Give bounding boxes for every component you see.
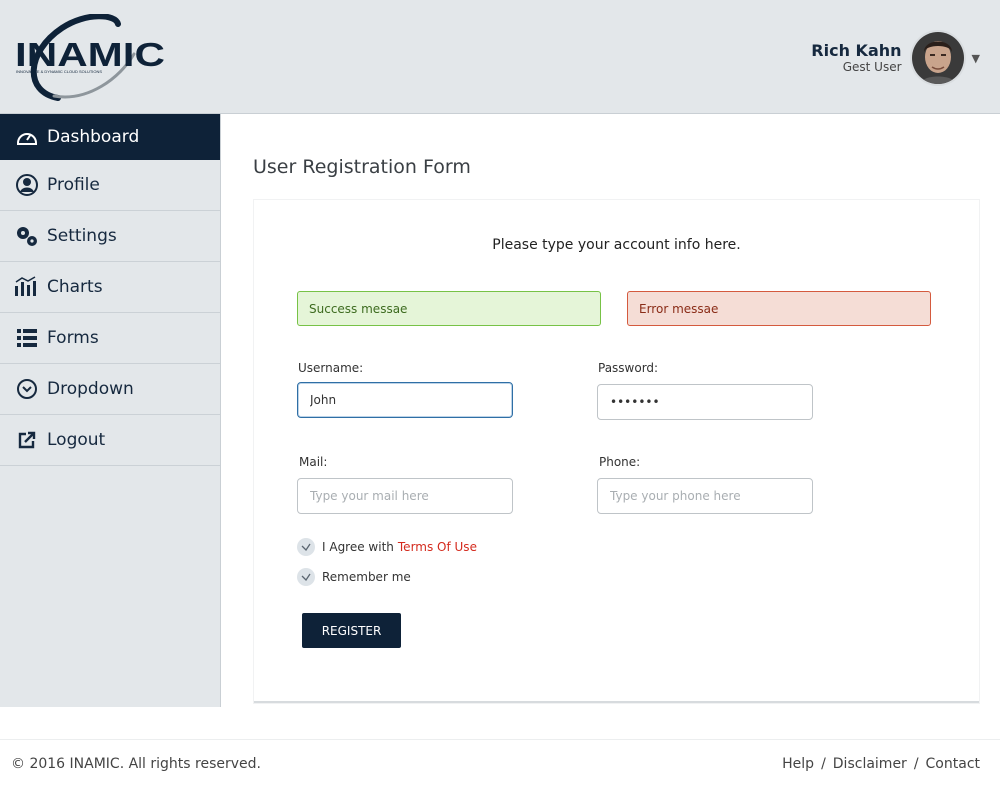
agree-text: I Agree with	[322, 540, 394, 554]
registration-form-card: Please type your account info here. Succ…	[254, 200, 979, 703]
mail-input[interactable]	[297, 478, 513, 514]
sidebar-item-profile[interactable]: Profile	[0, 160, 220, 211]
sidebar-item-dropdown[interactable]: Dropdown	[0, 364, 220, 415]
check-icon	[301, 543, 311, 551]
gears-icon	[14, 223, 40, 249]
sidebar-item-label: Logout	[47, 430, 106, 450]
copyright-text: © 2016 INAMIC. All rights reserved.	[11, 756, 261, 772]
success-alert: Success messae	[297, 291, 601, 326]
inamic-logo[interactable]: INAMIC INNOVATIVE & DYNAMIC CLOUD SOLUTI…	[14, 13, 166, 102]
gauge-icon	[14, 124, 40, 150]
chevron-circle-down-icon	[14, 376, 40, 402]
sidebar-item-forms[interactable]: Forms	[0, 313, 220, 364]
register-button[interactable]: REGISTER	[302, 613, 401, 648]
terms-of-use-link[interactable]: Terms Of Use	[398, 540, 477, 554]
caret-down-icon[interactable]: ▼	[972, 52, 980, 65]
footer: © 2016 INAMIC. All rights reserved. Help…	[0, 739, 1000, 790]
user-name: Rich Kahn	[811, 40, 902, 60]
user-menu[interactable]: Rich Kahn Gest User ▼	[811, 30, 980, 86]
sidebar-item-settings[interactable]: Settings	[0, 211, 220, 262]
remember-checkbox[interactable]	[297, 568, 315, 586]
list-icon	[14, 325, 40, 351]
check-icon	[301, 573, 311, 581]
sidebar-item-label: Settings	[47, 226, 117, 246]
footer-links: Help / Disclaimer / Contact	[782, 756, 980, 772]
external-link-icon	[14, 427, 40, 453]
help-link[interactable]: Help	[782, 756, 814, 772]
logo-wordmark: INAMIC	[15, 36, 165, 73]
bar-chart-icon	[14, 274, 40, 300]
user-role: Gest User	[842, 59, 902, 74]
disclaimer-link[interactable]: Disclaimer	[833, 756, 907, 772]
mail-label: Mail:	[299, 455, 328, 469]
remember-text: Remember me	[322, 570, 411, 584]
sidebar-item-label: Charts	[47, 277, 103, 297]
agree-checkbox[interactable]	[297, 538, 315, 556]
avatar[interactable]	[909, 30, 966, 86]
username-label: Username:	[298, 361, 364, 375]
user-icon	[14, 172, 40, 198]
phone-label: Phone:	[599, 455, 641, 469]
password-label: Password:	[598, 361, 659, 375]
page-title: User Registration Form	[253, 156, 471, 178]
sidebar-item-label: Dashboard	[47, 127, 140, 147]
sidebar-item-logout[interactable]: Logout	[0, 415, 220, 466]
footer-separator: /	[821, 756, 826, 772]
logo-tagline: INNOVATIVE & DYNAMIC CLOUD SOLUTIONS	[16, 69, 102, 74]
sidebar-item-label: Dropdown	[47, 379, 134, 399]
sidebar-item-dashboard[interactable]: Dashboard	[0, 114, 220, 160]
contact-link[interactable]: Contact	[926, 756, 980, 772]
sidebar-item-label: Profile	[47, 175, 100, 195]
phone-input[interactable]	[597, 478, 813, 514]
form-intro: Please type your account info here.	[492, 237, 741, 253]
sidebar-item-charts[interactable]: Charts	[0, 262, 220, 313]
password-input[interactable]	[597, 384, 813, 420]
top-header: INAMIC INNOVATIVE & DYNAMIC CLOUD SOLUTI…	[0, 0, 1000, 114]
remember-me-row: Remember me	[297, 568, 411, 586]
footer-separator: /	[913, 756, 919, 772]
error-alert: Error messae	[627, 291, 931, 326]
sidebar: Dashboard Profile Settings Charts Forms …	[0, 114, 221, 707]
agree-terms-row: I Agree with Terms Of Use	[297, 538, 477, 556]
username-input[interactable]	[297, 382, 513, 418]
sidebar-item-label: Forms	[47, 328, 99, 348]
